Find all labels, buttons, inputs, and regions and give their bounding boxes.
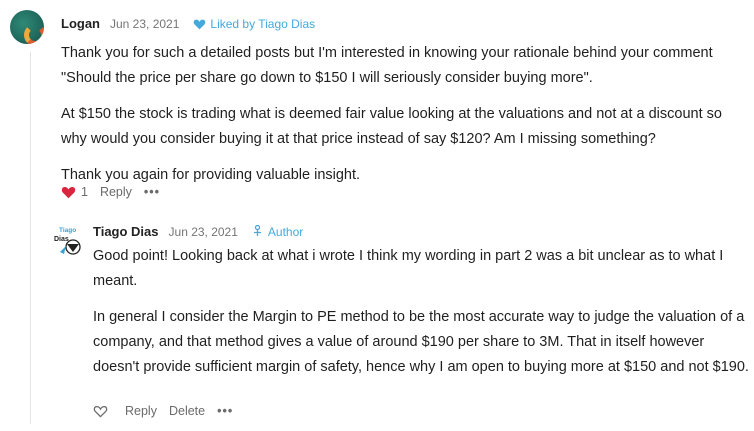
thread-line (30, 52, 31, 424)
like-button[interactable] (93, 404, 113, 418)
author-name[interactable]: Logan (61, 16, 100, 31)
avatar[interactable] (10, 10, 44, 44)
pen-nib-icon (253, 225, 261, 236)
comment-paragraph: At $150 the stock is trading what is dee… (61, 106, 722, 147)
author-badge-text: Author (267, 224, 304, 239)
comment-body: Thank you for such a detailed posts but … (61, 41, 751, 199)
avatar[interactable]: Tiago Dias (52, 224, 88, 256)
svg-text:Dias: Dias (54, 236, 69, 243)
delete-button[interactable]: Delete (169, 404, 205, 418)
comment-body: Good point! Looking back at what i wrote… (93, 244, 749, 391)
reply-button[interactable]: Reply (125, 404, 157, 418)
like-count: 1 (81, 185, 88, 199)
comment-paragraph: In general I consider the Margin to PE m… (93, 309, 749, 375)
comment-meta: Logan Jun 23, 2021 Liked by Tiago Dias (61, 16, 315, 31)
comment-date: Jun 23, 2021 (110, 16, 180, 31)
author-badge: Author (252, 225, 303, 239)
comment-date: Jun 23, 2021 (168, 224, 238, 239)
heart-icon (194, 19, 206, 29)
heart-outline-icon (93, 405, 108, 418)
more-options-button[interactable]: ••• (144, 185, 160, 199)
author-name[interactable]: Tiago Dias (93, 224, 159, 239)
liked-by-badge: Liked by Tiago Dias (193, 17, 315, 31)
comment-paragraph: Thank you for such a detailed posts but … (61, 45, 713, 86)
avatar-text: Tiago (59, 227, 76, 234)
comment-meta: Tiago Dias Jun 23, 2021 Author (93, 224, 303, 239)
heart-filled-icon (61, 187, 76, 199)
comment-paragraph: Good point! Looking back at what i wrote… (93, 248, 724, 289)
comment-actions: 1 Reply ••• (61, 185, 172, 199)
reply-button[interactable]: Reply (100, 185, 132, 199)
more-options-button[interactable]: ••• (217, 404, 233, 418)
comment-actions: Reply Delete ••• (93, 404, 245, 418)
liked-by-text: Liked by Tiago Dias (210, 16, 316, 31)
like-button[interactable]: 1 (61, 185, 88, 199)
